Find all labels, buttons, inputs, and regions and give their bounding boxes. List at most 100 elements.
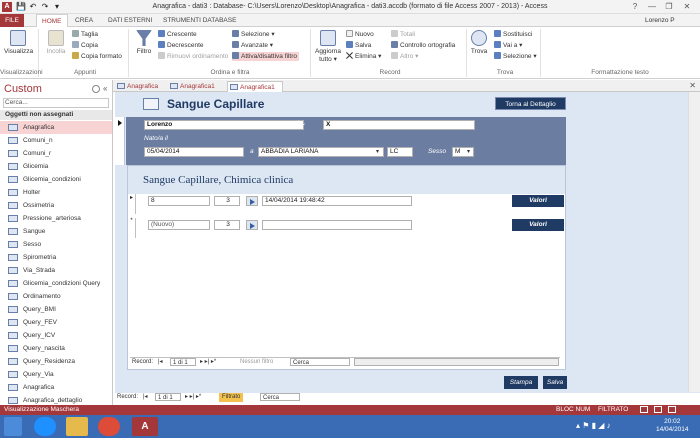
valori-button[interactable]: Valori bbox=[512, 195, 564, 207]
play-icon[interactable] bbox=[246, 220, 258, 230]
record-selector[interactable] bbox=[115, 117, 125, 165]
first-record-icon[interactable]: |◂ bbox=[143, 393, 148, 402]
internet-explorer-icon[interactable] bbox=[34, 417, 56, 436]
visualizza-button[interactable]: Visualizza bbox=[4, 30, 33, 56]
cognome-field[interactable]: X bbox=[323, 120, 475, 130]
attiva-filtro-button[interactable]: Attiva/disattiva filtro bbox=[232, 52, 299, 61]
start-windows-icon[interactable] bbox=[4, 417, 22, 436]
form-view-icon[interactable] bbox=[640, 406, 648, 413]
chevron-down-icon[interactable] bbox=[92, 85, 100, 93]
sostituisci-button[interactable]: Sostituisci bbox=[494, 30, 532, 39]
row-num-field[interactable]: 3 bbox=[214, 196, 240, 206]
nav-search-input[interactable]: Cerca... bbox=[3, 98, 109, 108]
next-record-icon[interactable]: ▸ ▸| ▸* bbox=[185, 393, 201, 402]
nav-item[interactable]: Ordinamento bbox=[0, 290, 112, 303]
play-icon[interactable] bbox=[246, 196, 258, 206]
minimize-button[interactable]: — bbox=[645, 1, 659, 13]
record-position-field[interactable]: 1 di 1 bbox=[170, 358, 196, 366]
aggiorna-button[interactable]: Aggiorna tutto ▾ bbox=[313, 30, 343, 64]
access-taskbar-icon[interactable]: A bbox=[132, 417, 158, 436]
nav-item[interactable]: Holter bbox=[0, 186, 112, 199]
taglia-button[interactable]: Taglia bbox=[72, 30, 98, 39]
nav-pane-title[interactable]: Custom bbox=[4, 83, 42, 95]
first-record-icon[interactable]: |◂ bbox=[158, 358, 163, 367]
next-record-icon[interactable]: ▸ ▸| ▸* bbox=[200, 358, 216, 367]
design-view-icon[interactable] bbox=[668, 406, 676, 413]
nav-item[interactable]: Comuni_r bbox=[0, 147, 112, 160]
row-selector[interactable]: * bbox=[128, 218, 136, 238]
chrome-icon[interactable] bbox=[98, 417, 120, 436]
copia-button[interactable]: Copia bbox=[72, 41, 98, 50]
sesso-select[interactable]: M bbox=[452, 147, 474, 157]
decrescente-button[interactable]: Decrescente bbox=[158, 41, 204, 50]
tab-dati-esterni[interactable]: DATI ESTERNI bbox=[103, 14, 157, 27]
record-position-field[interactable]: 1 di 1 bbox=[155, 393, 181, 401]
maximize-button[interactable]: ❐ bbox=[662, 1, 676, 13]
doc-tab-anagrafica1[interactable]: Anagrafica1 bbox=[168, 81, 226, 92]
nav-item[interactable]: Query_Via bbox=[0, 368, 112, 381]
layout-view-icon[interactable] bbox=[654, 406, 662, 413]
provincia-field[interactable]: LC bbox=[387, 147, 413, 157]
salva-record-button[interactable]: Salva bbox=[346, 41, 371, 50]
stampa-button[interactable]: Stampa bbox=[504, 376, 538, 389]
nav-item[interactable]: Query_nascita bbox=[0, 342, 112, 355]
nav-group-header[interactable]: Oggetti non assegnati bbox=[0, 110, 112, 120]
nav-item[interactable]: Query_ICV bbox=[0, 329, 112, 342]
row-selector[interactable]: ▸ bbox=[128, 194, 136, 214]
row-datetime-field[interactable]: 14/04/2014 19:48:42 bbox=[262, 196, 412, 206]
collapse-pane-icon[interactable]: « bbox=[103, 84, 107, 93]
incolla-button[interactable]: Incolla bbox=[44, 30, 68, 56]
data-nascita-field[interactable]: 05/04/2014 bbox=[144, 147, 244, 157]
trova-button[interactable]: Trova bbox=[468, 30, 490, 56]
altro-button[interactable]: Altro ▾ bbox=[391, 52, 418, 61]
salva-button[interactable]: Salva bbox=[543, 376, 567, 389]
filtro-button[interactable]: Filtro bbox=[133, 30, 155, 56]
torna-dettaglio-button[interactable]: Torna al Dettaglio bbox=[495, 97, 566, 110]
valori-button[interactable]: Valori bbox=[512, 219, 564, 231]
close-doc-icon[interactable]: ✕ bbox=[689, 81, 696, 90]
rimuovi-ordinamento-button[interactable]: Rimuovi ordinamento bbox=[158, 52, 228, 61]
user-name[interactable]: Lorenzo P bbox=[640, 14, 680, 27]
nav-item[interactable]: Spirometria bbox=[0, 251, 112, 264]
nav-item[interactable]: Sesso bbox=[0, 238, 112, 251]
horizontal-scrollbar[interactable] bbox=[354, 358, 559, 366]
nav-item[interactable]: Query_FEV bbox=[0, 316, 112, 329]
row-num-field[interactable]: 3 bbox=[214, 220, 240, 230]
nav-item[interactable]: Sangue bbox=[0, 225, 112, 238]
nav-item[interactable]: Comuni_n bbox=[0, 134, 112, 147]
tab-file[interactable]: FILE bbox=[0, 14, 24, 27]
controllo-ortografia-button[interactable]: Controllo ortografia bbox=[391, 41, 455, 50]
nav-item[interactable]: Ossimetria bbox=[0, 199, 112, 212]
elimina-button[interactable]: Elimina ▾ bbox=[346, 52, 381, 61]
vertical-scrollbar[interactable] bbox=[688, 92, 700, 392]
nav-item[interactable]: Anagrafica bbox=[0, 381, 112, 394]
tab-home[interactable]: HOME bbox=[36, 14, 68, 28]
filter-status-badge[interactable]: Filtrato bbox=[219, 393, 244, 402]
nav-item[interactable]: Via_Strada bbox=[0, 264, 112, 277]
nav-item[interactable]: Glicemia_condizioni Query bbox=[0, 277, 112, 290]
totali-button[interactable]: Totali bbox=[391, 30, 415, 39]
copia-formato-button[interactable]: Copia formato bbox=[72, 52, 122, 61]
nav-item[interactable]: Query_Residenza bbox=[0, 355, 112, 368]
system-tray-icons[interactable]: ▴ ⚑ ▮ ◢ ♪ bbox=[576, 421, 611, 430]
file-explorer-icon[interactable] bbox=[66, 417, 88, 436]
tab-strumenti-database[interactable]: STRUMENTI DATABASE bbox=[158, 14, 241, 27]
main-search-input[interactable]: Cerca bbox=[260, 393, 300, 401]
doc-tab-anagrafica[interactable]: Anagrafica bbox=[115, 81, 167, 92]
nav-item[interactable]: Query_BMI bbox=[0, 303, 112, 316]
chevron-down-icon[interactable]: ▾ bbox=[467, 148, 470, 155]
selezione-trova-button[interactable]: Selezione ▾ bbox=[494, 52, 537, 61]
row-datetime-field[interactable] bbox=[262, 220, 412, 230]
nav-item[interactable]: Glicemia_condizioni bbox=[0, 173, 112, 186]
subform-search-input[interactable]: Cerca bbox=[290, 358, 350, 366]
help-button[interactable]: ? bbox=[628, 1, 642, 13]
spinner-icon[interactable]: ⌃⌄ bbox=[296, 120, 306, 127]
doc-tab-anagrafica1-active[interactable]: Anagrafica1 bbox=[227, 81, 283, 92]
nav-item[interactable]: Pressione_arteriosa bbox=[0, 212, 112, 225]
chevron-down-icon[interactable]: ▾ bbox=[376, 148, 379, 155]
vai-a-button[interactable]: Vai a ▾ bbox=[494, 41, 522, 50]
nav-item[interactable]: Anagrafica bbox=[0, 121, 112, 134]
avanzate-button[interactable]: Avanzate ▾ bbox=[232, 41, 273, 50]
filter-status[interactable]: Nessun filtro bbox=[240, 358, 273, 367]
comune-select[interactable]: ABBADIA LARIANA bbox=[258, 147, 384, 157]
